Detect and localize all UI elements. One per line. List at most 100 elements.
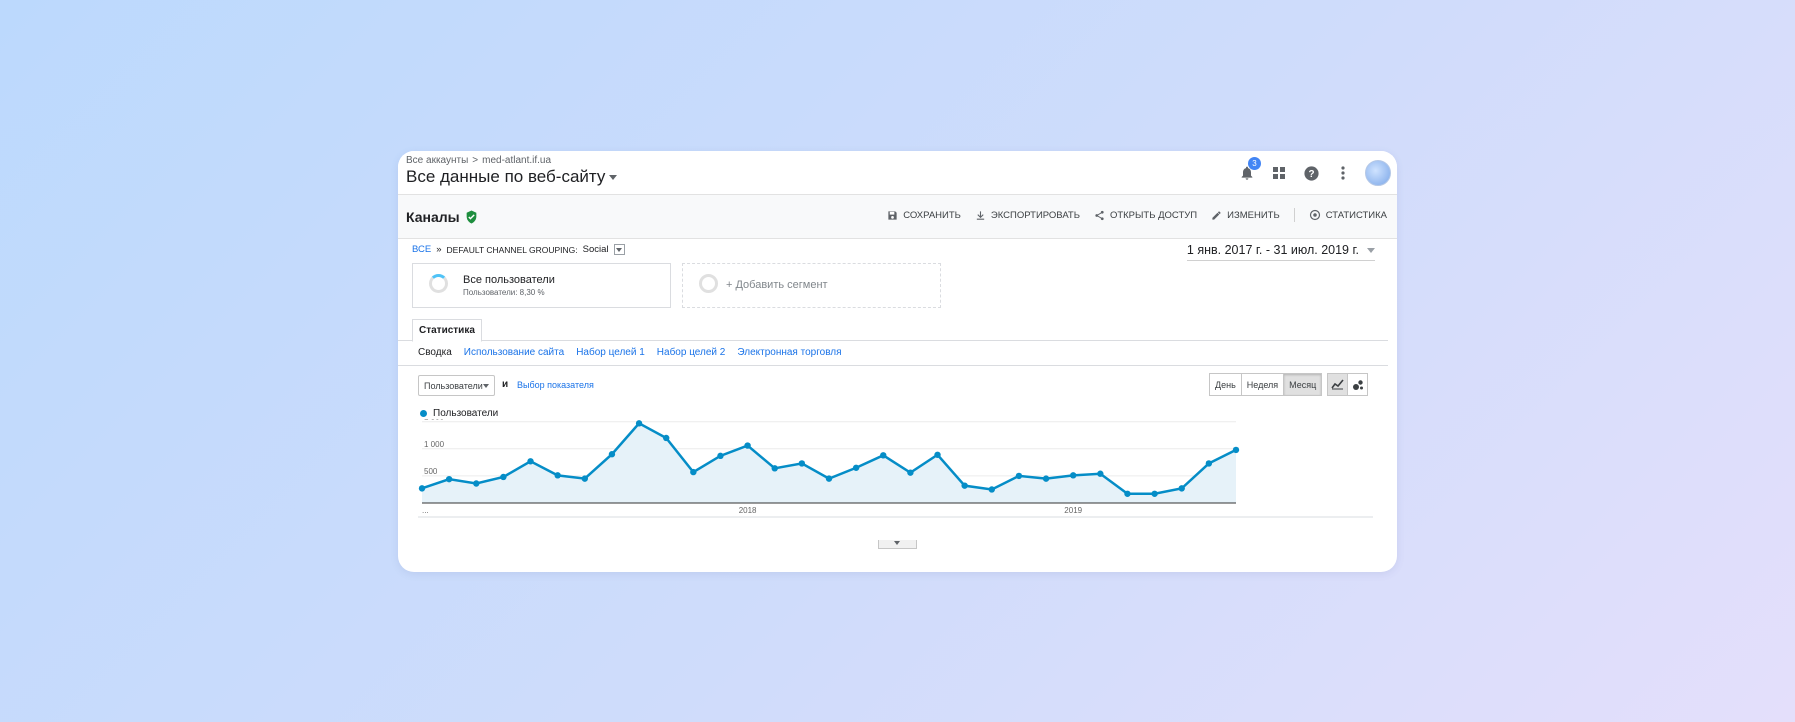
date-range: 1 янв. 2017 г. - 31 июл. 2019 г. [1186,243,1359,257]
apps-button[interactable] [1269,163,1289,183]
more-vert-icon [1341,166,1345,180]
add-segment-label: + Добавить сегмент [726,279,828,291]
data-point [635,420,643,427]
insights-button[interactable]: СТАТИСТИКА [1309,209,1387,221]
edit-button[interactable]: ИЗМЕНИТЬ [1211,210,1280,221]
data-point [988,486,995,493]
data-point [961,482,968,489]
share-icon [1095,210,1104,220]
line-chart-button[interactable] [1327,373,1348,396]
dimension-filter: ВСЕ » DEFAULT CHANNEL GROUPING: Social [412,244,625,255]
day-button[interactable]: День [1209,373,1242,396]
data-point [1151,490,1158,497]
series-area [422,423,1236,503]
data-point [907,469,914,476]
legend-dot [420,410,427,417]
data-point [1124,490,1131,497]
week-button[interactable]: Неделя [1240,373,1285,396]
subtab-goal-set-1[interactable]: Набор целей 1 [576,347,645,358]
data-point [934,451,941,458]
data-point [418,485,426,492]
data-point [581,475,588,482]
data-point [1015,472,1023,480]
report-title-wrap: Каналы [406,209,478,225]
data-point [690,468,697,476]
data-point [771,465,778,472]
add-segment-button[interactable]: + Добавить сегмент [682,263,941,308]
report-toolbar: Каналы СОХРАНИТЬ ЭКСПОРТИРОВАТЬ ОТКРЫТЬ … [398,195,1397,239]
data-point [1042,475,1050,482]
caret-down-icon [894,541,900,545]
share-button[interactable]: ОТКРЫТЬ ДОСТУП [1094,210,1197,221]
metric-select-value: Пользователи [424,380,483,391]
segment-share: Пользователи: 8,30 % [463,288,545,297]
data-point [880,452,887,459]
chart-resize-handle[interactable] [878,540,917,549]
data-point [527,458,534,465]
data-point [663,434,670,442]
save-button[interactable]: СОХРАНИТЬ [887,210,961,221]
data-point [1097,470,1104,477]
data-point [445,475,453,483]
month-button[interactable]: Месяц [1283,373,1323,396]
header-icons: 3 ? [1237,157,1391,186]
insights-label: СТАТИСТИКА [1325,209,1387,221]
y-tick-label: 500 [424,467,438,476]
view-selector[interactable]: Все данные по веб-сайту [406,167,618,187]
date-range-picker[interactable]: 1 янв. 2017 г. - 31 июл. 2019 г. [1186,243,1375,261]
subtab-summary[interactable]: Сводка [418,347,452,358]
subtab-ecommerce[interactable]: Электронная торговля [737,347,841,358]
more-button[interactable] [1333,163,1353,183]
edit-icon [1212,210,1221,220]
subtab-bar: Сводка Использование сайта Набор целей 1… [418,347,842,358]
x-tick-label: 2019 [1064,506,1082,515]
subtab-goal-set-2[interactable]: Набор целей 2 [657,347,726,358]
save-icon [888,210,897,220]
notifications-button[interactable]: 3 [1237,157,1261,183]
segment-ring-icon [429,274,448,293]
edit-label: ИЗМЕНИТЬ [1227,209,1280,221]
select-metric-link[interactable]: Выбор показателя [517,380,594,390]
svg-text:?: ? [1308,169,1314,180]
line-chart-icon [1331,379,1344,390]
filter-grouping: DEFAULT CHANNEL GROUPING: [446,244,578,255]
subtab-site-usage[interactable]: Использование сайта [464,347,564,358]
save-label: СОХРАНИТЬ [903,209,961,221]
breadcrumb: Все аккаунты > med-atlant.if.ua [406,155,551,166]
export-label: ЭКСПОРТИРОВАТЬ [990,209,1080,221]
report-title: Каналы [406,209,460,225]
motion-chart-button[interactable] [1347,373,1368,396]
x-tick-label: 2018 [739,506,757,515]
data-point [852,464,860,471]
segment-ring-icon [699,274,718,293]
help-button[interactable]: ? [1301,163,1321,183]
filter-all-link[interactable]: ВСЕ [412,244,431,255]
filter-dropdown[interactable] [613,244,625,255]
y-tick-label: 1 000 [424,440,445,449]
users-line-chart: 500 1 000 1 500... 2018 2019 [418,419,1373,518]
chevron-down-icon [616,247,623,252]
breadcrumb-accounts[interactable]: Все аккаунты [406,155,468,166]
chart-legend: Пользователи [420,408,498,419]
help-icon: ? [1303,165,1319,181]
export-button[interactable]: ЭКСПОРТИРОВАТЬ [975,210,1080,221]
metric-select[interactable]: Пользователи [418,375,495,396]
caret-down-icon [483,384,489,388]
granularity-buttons: День Неделя Месяц [1209,373,1323,396]
y-tick-label: 1 500 [424,419,445,422]
data-point [717,452,724,460]
breadcrumb-separator: > [472,155,479,166]
chart-type-buttons [1327,373,1368,396]
background-frame: Все аккаунты > med-atlant.if.ua Все данные… [0,0,1795,722]
data-point [1178,485,1185,492]
insights-icon [1309,209,1320,221]
data-point [744,442,751,449]
data-point [1232,446,1240,454]
data-point [500,473,507,481]
data-point [1205,460,1213,467]
breadcrumb-property[interactable]: med-atlant.if.ua [482,155,551,166]
segment-all-users[interactable]: Все пользователи Пользователи: 8,30 % [412,263,671,308]
and-label: и [502,379,509,390]
avatar[interactable] [1365,160,1391,186]
tab-statistics[interactable]: Статистика [412,319,482,342]
